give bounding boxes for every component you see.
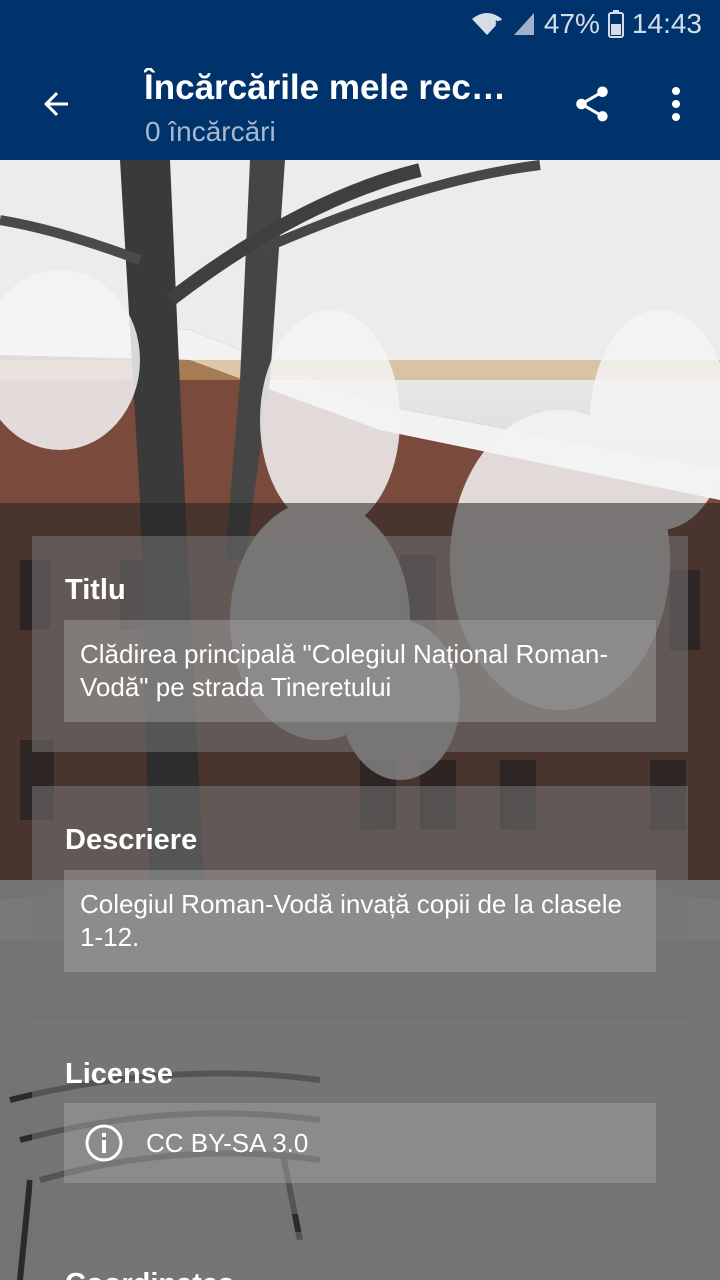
page-title: Încărcările mele rec… (144, 68, 506, 107)
app-bar: Încărcările mele rec… 0 încărcări (0, 48, 720, 160)
description-card: Descriere Colegiul Roman-Vodă invață cop… (32, 786, 688, 1002)
coordinates-card: Coordinates (32, 1232, 688, 1280)
license-label: License (65, 1058, 173, 1090)
description-label: Descriere (65, 824, 198, 856)
info-icon (85, 1124, 123, 1162)
description-field[interactable]: Colegiul Roman-Vodă invață copii de la c… (64, 870, 656, 972)
more-vert-icon (672, 87, 680, 121)
wifi-icon (470, 11, 504, 37)
title-label: Titlu (65, 574, 126, 606)
clock: 14:43 (631, 8, 702, 39)
license-card: License CC BY-SA 3.0 (32, 1020, 688, 1214)
battery-icon (607, 10, 624, 38)
coordinates-label: Coordinates (65, 1268, 234, 1280)
screen: 47% 14:43 Încărcările mele rec… 0 încărc… (0, 0, 720, 1280)
upload-count: 0 încărcări (145, 116, 276, 147)
share-icon (576, 86, 608, 122)
more-options-button[interactable] (656, 78, 696, 130)
license-field[interactable]: CC BY-SA 3.0 (64, 1103, 656, 1183)
back-button[interactable] (24, 76, 88, 132)
title-card: Titlu Clădirea principală "Colegiul Nați… (32, 536, 688, 752)
title-field[interactable]: Clădirea principală "Colegiul Național R… (64, 620, 656, 722)
status-bar: 47% 14:43 (0, 0, 720, 48)
share-button[interactable] (566, 78, 618, 130)
back-arrow-icon (44, 92, 68, 116)
signal-icon (512, 11, 536, 37)
license-value: CC BY-SA 3.0 (146, 1127, 309, 1158)
battery-percent: 47% (543, 8, 600, 39)
